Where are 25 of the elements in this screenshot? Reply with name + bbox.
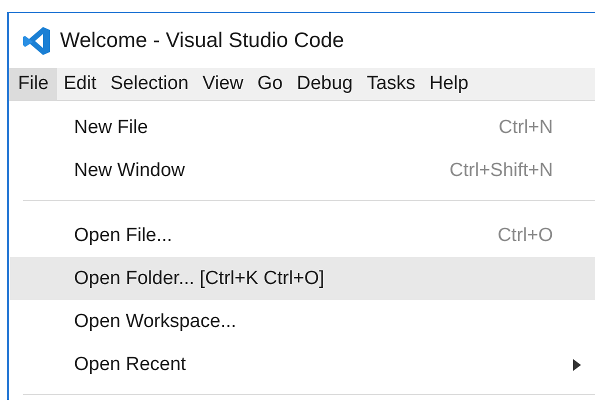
option-label: Open Folder... [Ctrl+K Ctrl+O]: [74, 268, 324, 290]
menu-item[interactable]: Go: [250, 68, 290, 100]
menu-option[interactable]: Open Recent: [10, 343, 595, 386]
menu-item[interactable]: View: [196, 68, 250, 100]
menu-item[interactable]: Tasks: [360, 68, 422, 100]
menu-option[interactable]: Open Workspace...: [10, 300, 595, 343]
option-label: Open File...: [74, 224, 172, 246]
option-label: Open Workspace...: [74, 310, 236, 332]
option-label: New Window: [74, 160, 185, 182]
shortcut-label: Ctrl+O: [498, 224, 553, 246]
menu-item[interactable]: Help: [422, 68, 476, 100]
option-label: Open Recent: [74, 354, 186, 376]
option-label: New File: [74, 116, 148, 138]
menu-option[interactable]: New File Ctrl+N: [10, 106, 595, 149]
menu-option[interactable]: Open File... Ctrl+O: [10, 214, 595, 257]
menu-option[interactable]: Open Folder... [Ctrl+K Ctrl+O]: [10, 257, 595, 300]
menu-option[interactable]: New Window Ctrl+Shift+N: [10, 149, 595, 192]
menu-item[interactable]: File: [9, 68, 57, 100]
window-title: Welcome - Visual Studio Code: [60, 28, 344, 52]
app-logo-icon: [23, 26, 51, 56]
menu-item[interactable]: Selection: [103, 68, 196, 100]
shortcut-label: Ctrl+Shift+N: [450, 160, 553, 182]
menu-item[interactable]: Edit: [56, 68, 104, 100]
menu-item[interactable]: Debug: [290, 68, 360, 100]
shortcut-label: Ctrl+N: [498, 116, 553, 138]
